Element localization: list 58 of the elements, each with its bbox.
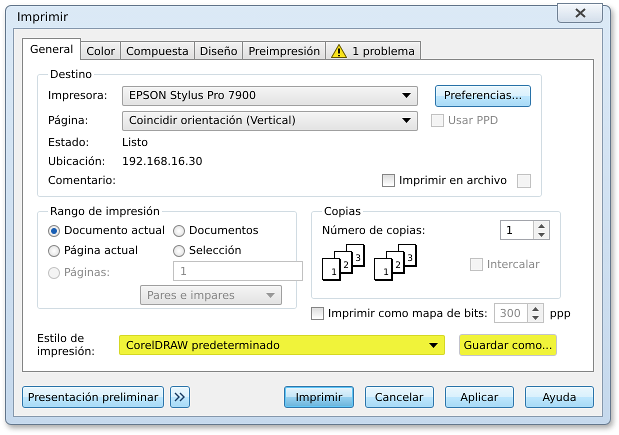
folder-button[interactable] bbox=[517, 174, 531, 188]
group-title: Copias bbox=[323, 205, 362, 218]
radio-button[interactable] bbox=[173, 224, 185, 236]
group-title: Destino bbox=[49, 68, 94, 81]
dialog-button[interactable]: Imprimir bbox=[284, 386, 354, 408]
radio-button[interactable] bbox=[173, 244, 185, 256]
dropdown-arrow-icon bbox=[402, 118, 411, 123]
dropdown-arrow-icon bbox=[402, 93, 411, 98]
field-label: Comentario: bbox=[48, 174, 117, 187]
preview-button[interactable]: Presentación preliminar bbox=[22, 386, 164, 408]
field-label: Estilo de impresión: bbox=[37, 332, 96, 358]
radio-button[interactable] bbox=[48, 244, 60, 256]
preferences-button[interactable]: Preferencias... bbox=[435, 84, 531, 106]
close-button[interactable] bbox=[557, 3, 603, 23]
dialog-button[interactable]: Ayuda bbox=[524, 386, 594, 408]
radio-label: Documentos bbox=[189, 224, 258, 237]
page-sheet: 1 bbox=[322, 258, 340, 280]
location-value: 192.168.16.30 bbox=[122, 155, 202, 168]
radio-label: Página actual bbox=[64, 244, 138, 257]
save-as-button[interactable]: Guardar como... bbox=[459, 334, 557, 356]
double-arrow-icon bbox=[174, 392, 186, 402]
checkbox-label: Imprimir en archivo bbox=[399, 174, 507, 187]
status-value: Listo bbox=[122, 136, 148, 149]
dropdown-arrow-icon bbox=[429, 342, 438, 348]
field-label: Estado: bbox=[48, 136, 90, 149]
dropdown-arrow-icon bbox=[266, 292, 275, 298]
radio-label: Documento actual bbox=[64, 224, 166, 237]
printer-dropdown[interactable]: EPSON Stylus Pro 7900 bbox=[122, 86, 418, 106]
checkbox[interactable] bbox=[382, 174, 396, 187]
tab[interactable]: 1 problema bbox=[325, 41, 422, 60]
dialog-button[interactable]: Cancelar bbox=[364, 386, 434, 408]
tab[interactable]: Color bbox=[80, 41, 122, 60]
field-label: Número de copias: bbox=[322, 224, 426, 236]
expand-button[interactable] bbox=[170, 386, 190, 408]
unit-label: ppp bbox=[550, 306, 571, 320]
field-label: Ubicación: bbox=[48, 155, 106, 168]
tab[interactable]: Diseño bbox=[194, 41, 244, 60]
page-sheet: 1 bbox=[374, 258, 392, 280]
tab[interactable]: General bbox=[22, 38, 82, 60]
radio-button[interactable] bbox=[48, 224, 60, 236]
tab[interactable]: Compuesta bbox=[120, 41, 195, 60]
field-label: Impresora: bbox=[48, 89, 108, 102]
window-title: Imprimir bbox=[16, 10, 68, 24]
page-dropdown[interactable]: Coincidir orientación (Vertical) bbox=[122, 110, 418, 130]
checkbox[interactable] bbox=[311, 306, 324, 320]
copies-spinner[interactable]: 1 bbox=[500, 220, 550, 240]
warning-icon bbox=[331, 44, 348, 58]
group-title: Rango de impresión bbox=[49, 205, 161, 218]
tab[interactable]: Preimpresión bbox=[242, 41, 326, 60]
checkbox-label: Intercalar bbox=[487, 258, 540, 270]
checkbox-label: Usar PPD bbox=[448, 114, 498, 127]
radio-label: Selección bbox=[189, 244, 242, 257]
close-icon bbox=[574, 8, 586, 18]
checkbox-label: Imprimir como mapa de bits: bbox=[328, 306, 488, 320]
print-style-dropdown[interactable]: CorelDRAW predeterminado bbox=[119, 335, 445, 355]
field-label: Página: bbox=[48, 114, 90, 127]
radio-label: Páginas: bbox=[64, 266, 110, 279]
dialog-button[interactable]: Aplicar bbox=[444, 386, 514, 408]
